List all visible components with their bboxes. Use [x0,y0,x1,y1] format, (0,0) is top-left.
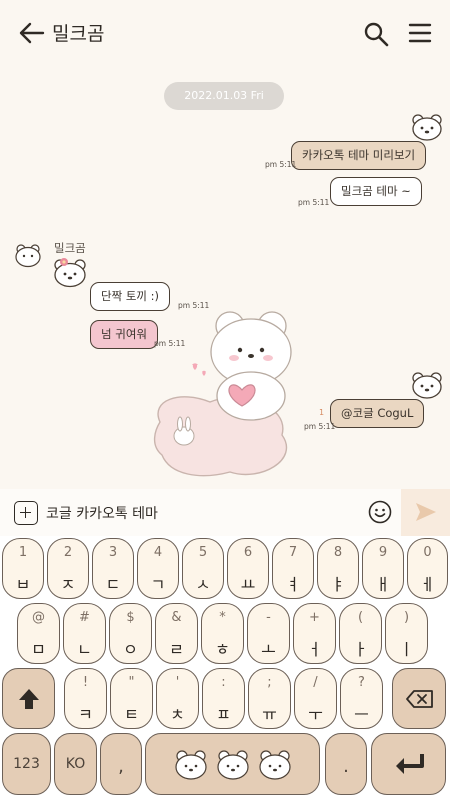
message-time: pm 5:11 [304,422,336,431]
message-time: pm 5:11 [178,301,210,310]
date-divider: 2022.01.03 Fri [164,82,284,110]
key-row2[interactable]: & ㄹ [155,603,198,664]
key-row2[interactable]: ) ㅣ [385,603,428,664]
bear-avatar-icon [412,372,442,399]
message-bubble[interactable]: 넘 귀여워 [90,320,158,349]
period-key[interactable]: . [325,733,367,795]
key-row1[interactable]: 4ㄱ [137,538,179,599]
menu-icon[interactable] [406,20,434,46]
sender-name: 밀크곰 [54,241,86,255]
app-header: 밀크곰 [0,0,450,66]
bear-illustration [153,311,292,477]
enter-key[interactable] [371,733,446,795]
chat-title: 밀크곰 [52,23,105,45]
enter-icon [396,754,424,774]
back-arrow-icon[interactable] [18,20,46,46]
unread-count: 1 [319,408,325,417]
key-row3[interactable]: ' ㅊ [156,668,199,729]
key-row2[interactable]: * ㅎ [201,603,244,664]
message-input[interactable]: 코글 카카오톡 테마 [46,503,158,523]
key-row1[interactable]: 5ㅅ [182,538,224,599]
friend-avatar-icon[interactable] [14,242,42,268]
key-row3[interactable]: / ㅜ [294,668,337,729]
key-row2[interactable]: @ ㅁ [17,603,60,664]
bear-faces-icon [175,750,291,780]
key-row2[interactable]: + ㅓ [293,603,336,664]
message-bubble[interactable]: 카카오톡 테마 미리보기 [291,141,427,170]
send-button[interactable] [401,489,450,536]
plus-icon[interactable] [14,501,38,525]
search-icon[interactable] [362,20,390,48]
key-row3[interactable]: :ㅍ [202,668,245,729]
message-time: pm 5:11 [265,160,297,169]
key-row1[interactable]: 2ㅈ [47,538,89,599]
bear-avatar-icon [412,114,442,141]
key-row1[interactable]: 6ㅛ [227,538,269,599]
key-row2[interactable]: # ㄴ [63,603,106,664]
backspace-icon [406,690,433,708]
key-row1[interactable]: 8ㅑ [317,538,359,599]
key-row2[interactable]: $ ㅇ [109,603,152,664]
key-row2[interactable]: -ㅗ [247,603,290,664]
comma-key[interactable]: , [100,733,142,795]
key-row3[interactable]: ! ㅋ [64,668,107,729]
emoji-icon[interactable] [368,500,392,524]
send-icon [416,503,436,521]
key-row1[interactable]: 3ㄷ [92,538,134,599]
key-row1[interactable]: 9ㅐ [362,538,404,599]
key-row1[interactable]: 0ㅔ [407,538,448,599]
bear-flower-icon [54,258,86,288]
key-row3[interactable]: ? ㅡ [340,668,383,729]
number-mode-key[interactable]: 123 [2,733,51,795]
key-row1[interactable]: 7ㅕ [272,538,314,599]
message-bubble[interactable]: 단짝 토끼 :) [90,282,170,311]
message-bubble[interactable]: @코글 CoguL [330,399,425,428]
message-time: pm 5:11 [298,198,330,207]
backspace-key[interactable] [392,668,446,729]
shift-icon [19,689,39,709]
key-row1[interactable]: 1ㅂ [2,538,44,599]
key-row2[interactable]: (ㅏ [339,603,382,664]
key-row3[interactable]: ; ㅠ [248,668,291,729]
message-bubble[interactable]: 밀크곰 테마 ~ [330,177,422,206]
keyboard: 1ㅂ 2ㅈ 3ㄷ 4ㄱ 5ㅅ 6ㅛ 7ㅕ 8ㅑ 9ㅐ 0ㅔ @ ㅁ # ㄴ $ ㅇ &… [0,536,450,800]
space-key[interactable] [145,733,320,795]
shift-key[interactable] [2,668,55,729]
language-key[interactable]: KO [54,733,97,795]
key-row3[interactable]: " ㅌ [110,668,153,729]
